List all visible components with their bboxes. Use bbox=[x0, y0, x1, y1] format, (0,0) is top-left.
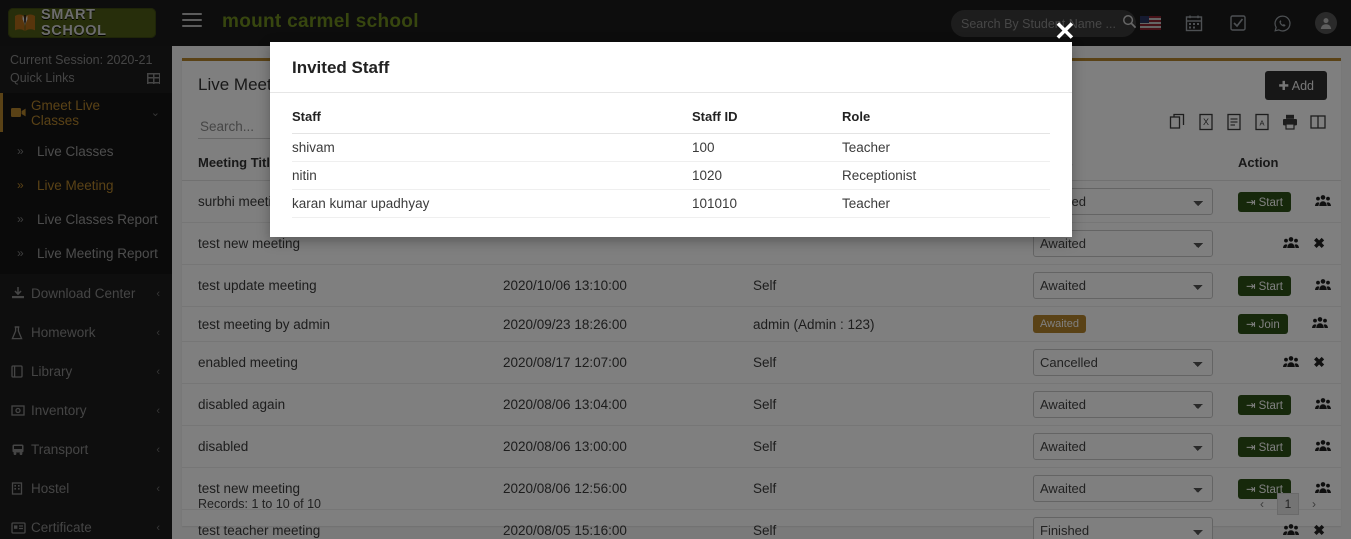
cell-staff-name: karan kumar upadhyay bbox=[292, 189, 692, 218]
invited-staff-modal: Invited Staff Staff Staff ID Role shivam… bbox=[270, 42, 1072, 237]
modal-table-row: karan kumar upadhyay 101010 Teacher bbox=[292, 189, 1050, 218]
modal-body: Staff Staff ID Role shivam 100 Teacher niti… bbox=[270, 93, 1072, 218]
column-header-staff: Staff bbox=[292, 101, 692, 134]
cell-staff-name: nitin bbox=[292, 161, 692, 190]
invited-staff-table: Staff Staff ID Role shivam 100 Teacher niti… bbox=[292, 101, 1050, 218]
modal-table-row: nitin 1020 Receptionist bbox=[292, 161, 1050, 190]
app-root: SMART SCHOOL mount carmel school bbox=[0, 0, 1351, 539]
cell-staff-role: Teacher bbox=[842, 133, 1050, 162]
column-header-role: Role bbox=[842, 101, 1050, 134]
column-header-staff-id: Staff ID bbox=[692, 101, 842, 134]
invited-staff-table-body: shivam 100 Teacher nitin 1020 Receptionist kar… bbox=[292, 133, 1050, 218]
cell-staff-role: Teacher bbox=[842, 189, 1050, 218]
modal-table-header-row: Staff Staff ID Role bbox=[292, 101, 1050, 134]
modal-table-row: shivam 100 Teacher bbox=[292, 133, 1050, 162]
cell-staff-id: 1020 bbox=[692, 161, 842, 190]
cell-staff-role: Receptionist bbox=[842, 161, 1050, 190]
modal-title: Invited Staff bbox=[292, 58, 390, 77]
modal-header: Invited Staff bbox=[270, 42, 1072, 93]
cell-staff-name: shivam bbox=[292, 133, 692, 162]
cell-staff-id: 101010 bbox=[692, 189, 842, 218]
close-icon[interactable]: ✕ bbox=[1054, 18, 1076, 44]
cell-staff-id: 100 bbox=[692, 133, 842, 162]
